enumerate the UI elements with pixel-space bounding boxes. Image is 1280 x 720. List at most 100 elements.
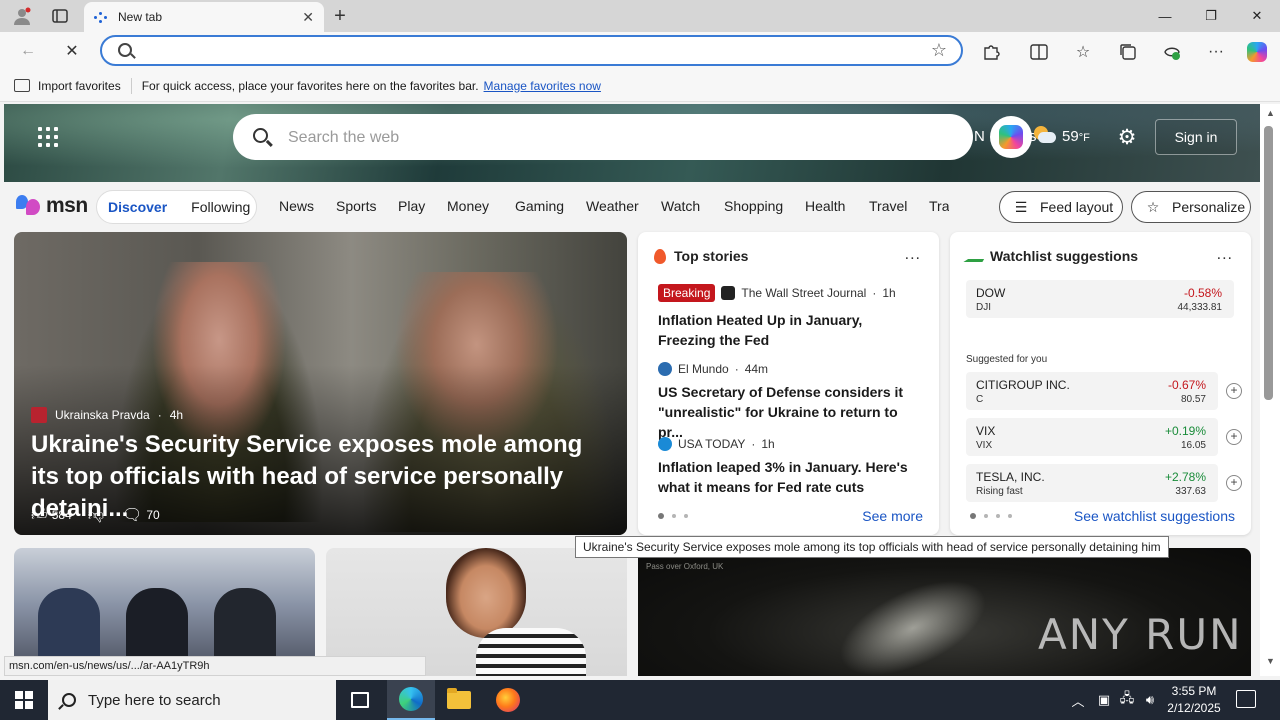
story-item[interactable]: Breaking The Wall Street Journal · 1h In… xyxy=(658,284,920,350)
nav-shopping[interactable]: Shopping xyxy=(724,198,783,214)
taskbar-search-placeholder: Type here to search xyxy=(88,691,221,709)
tab-discover[interactable]: Discover xyxy=(108,199,167,215)
profile-icon[interactable] xyxy=(10,4,34,28)
feed-layout-button[interactable]: ☰ Feed layout xyxy=(999,191,1123,223)
stock-change: +2.78% xyxy=(1164,470,1206,484)
new-tab-button[interactable]: + xyxy=(328,4,352,28)
carousel-pager[interactable] xyxy=(658,513,688,519)
nav-weather[interactable]: Weather xyxy=(586,198,639,214)
stop-loading-button[interactable]: ✕ xyxy=(58,39,86,63)
notifications-icon[interactable] xyxy=(1236,690,1256,708)
stock-row[interactable]: VIX VIX +0.19% 16.05 + xyxy=(966,418,1242,456)
story-item[interactable]: El Mundo · 44m US Secretary of Defense c… xyxy=(658,362,920,442)
nav-sports[interactable]: Sports xyxy=(336,198,376,214)
split-screen-icon[interactable] xyxy=(1028,41,1050,63)
page-scrollbar[interactable]: ▲ ▼ xyxy=(1260,104,1280,676)
tab-actions-icon[interactable] xyxy=(48,4,72,28)
nav-play[interactable]: Play xyxy=(398,198,425,214)
tray-device-icon[interactable]: ▣ xyxy=(1094,680,1114,720)
thumbs-up-icon[interactable]: 👍︎ xyxy=(31,506,48,525)
nav-travel[interactable]: Travel xyxy=(869,198,907,214)
nav-watch[interactable]: Watch xyxy=(661,198,700,214)
web-search-input[interactable] xyxy=(288,128,928,148)
nav-news[interactable]: News xyxy=(279,198,314,214)
system-clock[interactable]: 3:55 PM 2/12/2025 xyxy=(1162,683,1226,717)
volume-icon[interactable]: 🔊︎ xyxy=(1140,680,1160,720)
copilot-icon[interactable] xyxy=(1246,41,1268,63)
favorites-icon[interactable]: ☆ xyxy=(1072,41,1094,63)
scroll-down-arrow-icon[interactable]: ▼ xyxy=(1266,656,1275,666)
apps-launcher-icon[interactable] xyxy=(38,127,58,147)
back-button[interactable]: ← xyxy=(14,39,42,63)
sign-in-button[interactable]: Sign in xyxy=(1155,119,1237,155)
favorite-star-icon[interactable]: ☆ xyxy=(931,40,947,61)
stock-price: 337.63 xyxy=(1175,486,1206,497)
collections-icon[interactable] xyxy=(1117,41,1139,63)
stock-name: CITIGROUP INC. xyxy=(976,378,1070,392)
url-input[interactable] xyxy=(140,42,920,60)
taskbar-firefox[interactable] xyxy=(484,680,532,720)
stock-name: TESLA, INC. xyxy=(976,470,1045,484)
category-nav: News Sports Play Money Gaming Weather Wa… xyxy=(279,182,949,232)
start-button[interactable] xyxy=(0,680,48,720)
scroll-thumb[interactable] xyxy=(1264,126,1273,400)
personalize-button[interactable]: ☆ Personalize xyxy=(1131,191,1251,223)
stock-change: -0.58% xyxy=(1183,286,1222,300)
restore-button[interactable]: ❐ xyxy=(1188,0,1234,32)
tab-new-tab[interactable]: New tab ✕ xyxy=(84,2,324,32)
nav-traffic[interactable]: Trai xyxy=(929,198,949,214)
add-to-watchlist-button[interactable]: + xyxy=(1226,475,1242,491)
extensions-icon[interactable] xyxy=(980,41,1002,63)
task-view-button[interactable] xyxy=(336,680,384,720)
taskbar-search[interactable]: Type here to search xyxy=(48,680,336,720)
msn-butterfly-icon xyxy=(16,195,42,217)
add-to-watchlist-button[interactable]: + xyxy=(1226,383,1242,399)
msn-page: N ples 59°F ⚙ Sign in msn Discover Follo… xyxy=(4,104,1260,676)
stock-row[interactable]: DOW DJI -0.58% 44,333.81 xyxy=(966,280,1234,318)
close-tab-icon[interactable]: ✕ xyxy=(302,9,314,26)
see-more-link[interactable]: See more xyxy=(862,508,923,524)
comments-count: 70 xyxy=(146,508,160,522)
close-window-button[interactable]: ✕ xyxy=(1234,0,1280,32)
scroll-up-arrow-icon[interactable]: ▲ xyxy=(1266,108,1275,118)
more-options-icon[interactable]: ... xyxy=(905,246,921,264)
import-favorites-button[interactable]: Import favorites xyxy=(14,79,121,93)
nav-gaming[interactable]: Gaming xyxy=(515,198,564,214)
carousel-pager[interactable] xyxy=(970,513,1012,519)
taskbar-file-explorer[interactable] xyxy=(435,680,483,720)
sliders-icon: ☰ xyxy=(1014,198,1028,215)
minimize-button[interactable]: — xyxy=(1142,0,1188,32)
tab-following[interactable]: Following xyxy=(191,199,250,215)
more-options-icon[interactable]: ... xyxy=(1217,246,1233,264)
video-card-satellite[interactable]: Pass over Oxford, UK ANY RUN xyxy=(638,548,1251,676)
comment-icon[interactable]: 🗨︎ xyxy=(122,505,142,525)
manage-favorites-link[interactable]: Manage favorites now xyxy=(484,79,601,93)
thumbs-down-icon[interactable]: 👎︎ xyxy=(88,506,104,525)
story-headline[interactable]: US Secretary of Defense considers it "un… xyxy=(658,382,920,442)
dot-separator: · xyxy=(751,437,756,451)
taskbar-edge[interactable] xyxy=(387,680,435,720)
stock-row[interactable]: TESLA, INC. Rising fast +2.78% 337.63 + xyxy=(966,464,1242,502)
stock-row[interactable]: CITIGROUP INC. C -0.67% 80.57 + xyxy=(966,372,1242,410)
nav-money[interactable]: Money xyxy=(447,198,489,214)
breaking-badge: Breaking xyxy=(658,284,716,302)
story-item[interactable]: USA TODAY · 1h Inflation leaped 3% in Ja… xyxy=(658,437,920,497)
temperature[interactable]: 59°F xyxy=(1062,128,1090,145)
gear-icon[interactable]: ⚙ xyxy=(1116,126,1138,149)
browser-essentials-icon[interactable] xyxy=(1161,41,1183,63)
partly-cloudy-icon[interactable] xyxy=(1032,126,1056,144)
settings-more-icon[interactable]: ··· xyxy=(1205,41,1227,63)
hero-story-card[interactable]: Ukrainska Pravda · 4h Ukraine's Security… xyxy=(14,232,627,535)
story-headline[interactable]: Inflation leaped 3% in January. Here's w… xyxy=(658,457,920,497)
add-to-watchlist-button[interactable]: + xyxy=(1226,429,1242,445)
address-field[interactable]: ☆ xyxy=(100,35,963,66)
web-search-box[interactable] xyxy=(233,114,973,160)
see-watchlist-suggestions-link[interactable]: See watchlist suggestions xyxy=(1074,508,1235,524)
show-hidden-icons-chevron-icon[interactable]: ︿ xyxy=(1068,680,1088,720)
story-headline[interactable]: Inflation Heated Up in January, Freezing… xyxy=(658,310,920,350)
msn-logo[interactable]: msn xyxy=(16,194,88,218)
nav-health[interactable]: Health xyxy=(805,198,845,214)
copilot-button[interactable] xyxy=(990,116,1032,158)
network-icon[interactable]: 🖧︎ xyxy=(1117,680,1137,720)
story-meta: USA TODAY · 1h xyxy=(658,437,920,451)
